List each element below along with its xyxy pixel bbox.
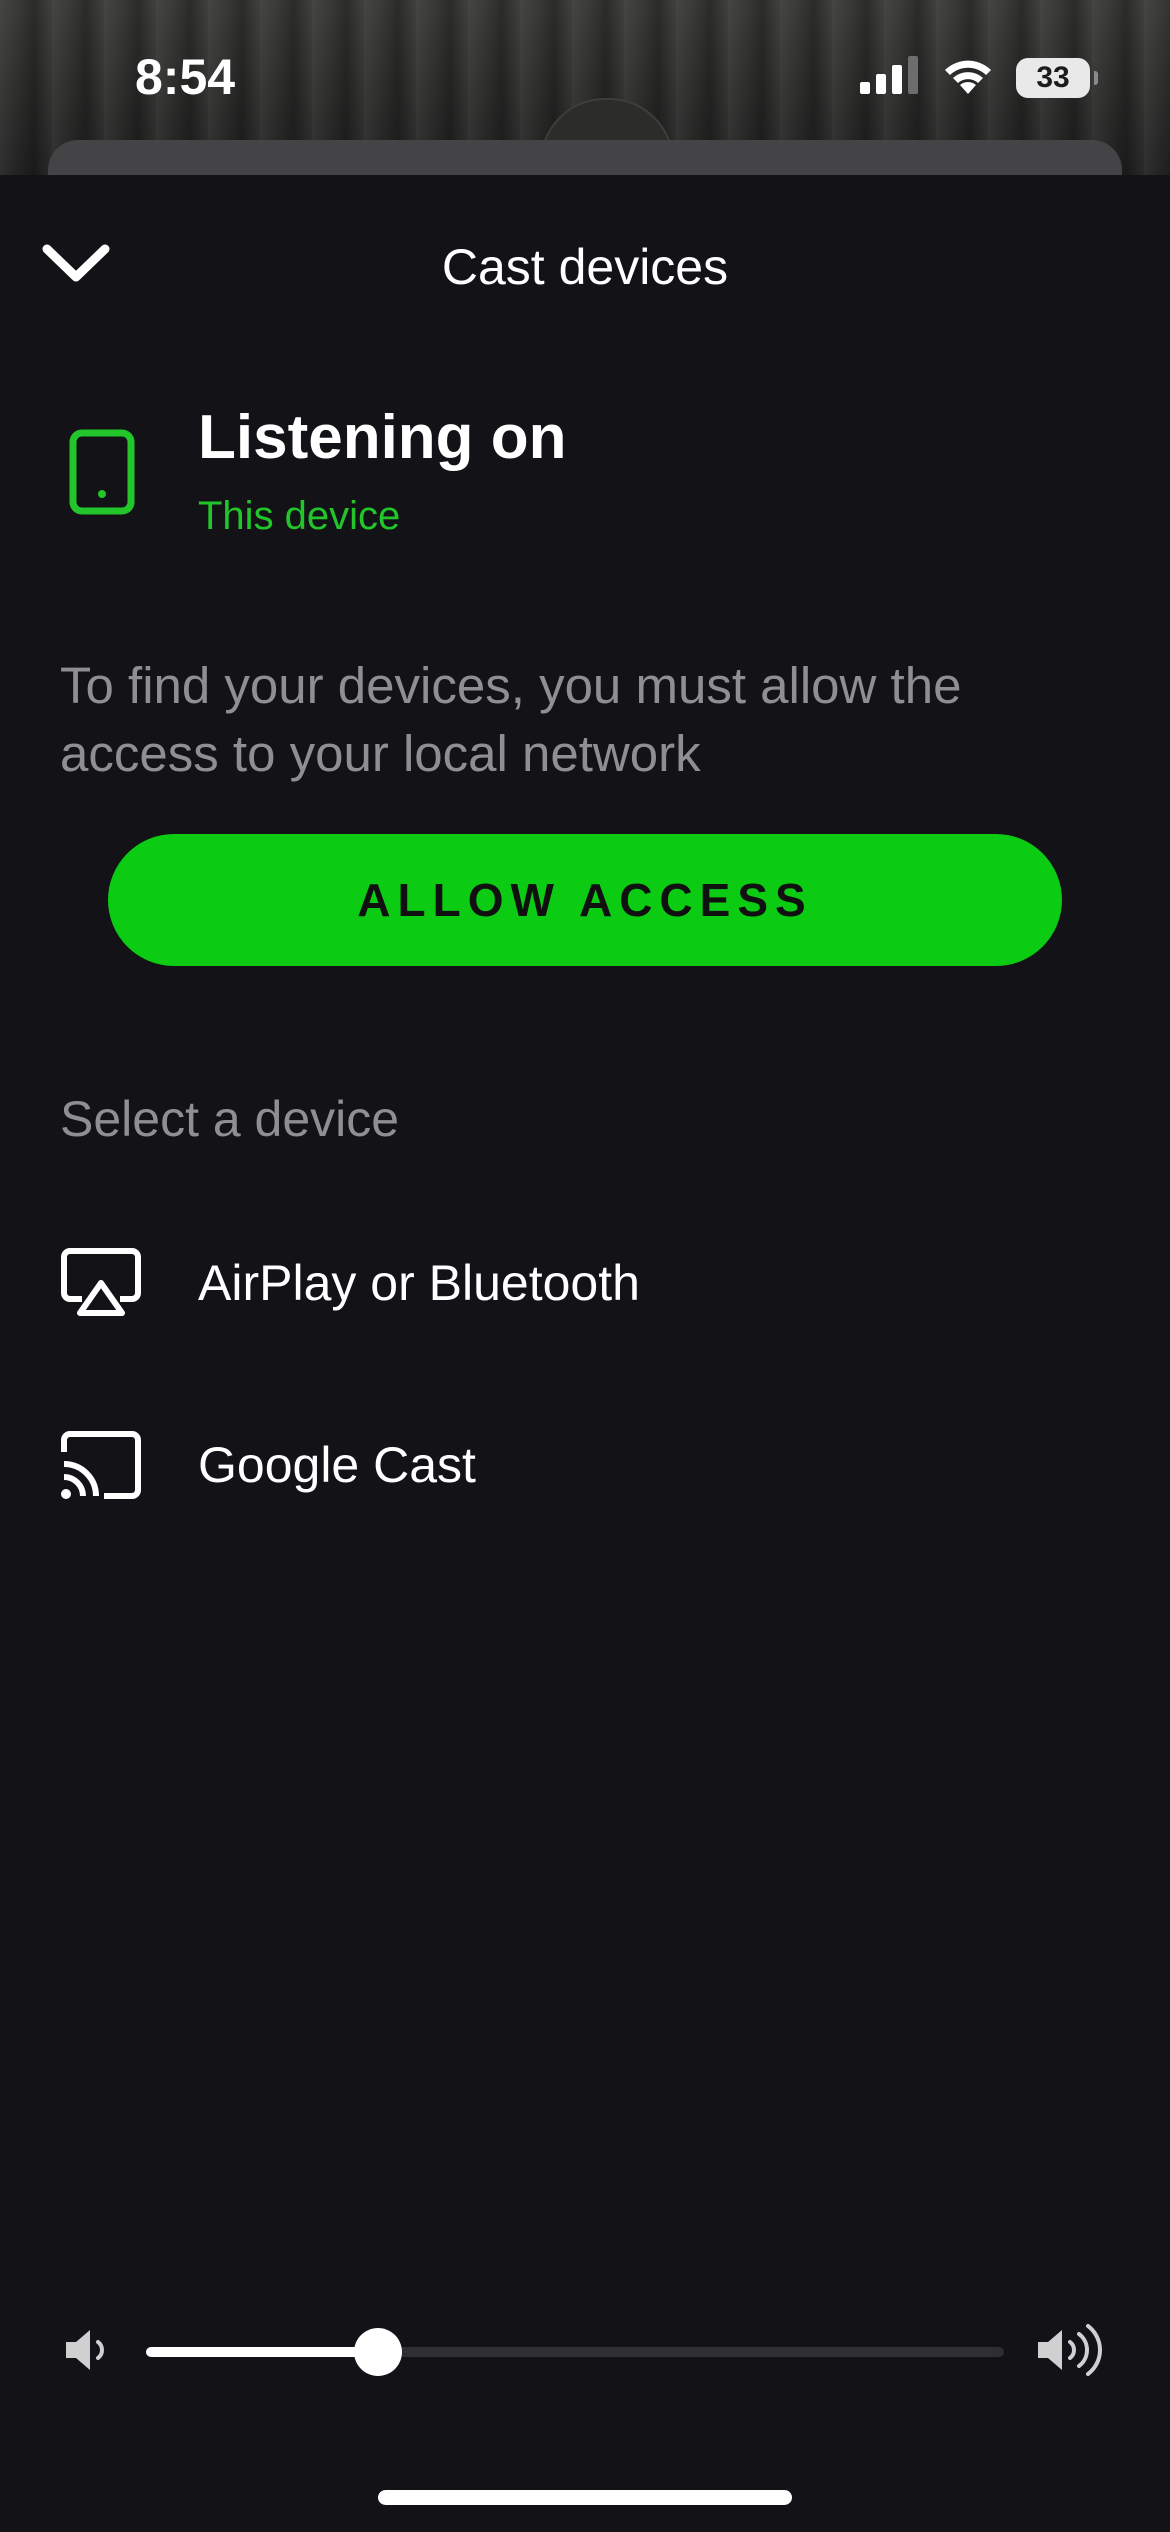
- local-network-message: To find your devices, you must allow the…: [60, 657, 962, 782]
- device-label: AirPlay or Bluetooth: [198, 1255, 640, 1311]
- volume-slider[interactable]: [146, 2328, 1004, 2376]
- device-row-google-cast[interactable]: Google Cast: [0, 1390, 1170, 1540]
- status-time: 8:54: [135, 49, 236, 105]
- select-device-label: Select a device: [60, 1091, 400, 1147]
- volume-low-icon: [62, 2324, 114, 2380]
- cast-icon: [60, 1424, 142, 1506]
- volume-control: [0, 2310, 1170, 2390]
- screen: 8:54 33 Cast devices Listening on This d…: [0, 0, 1170, 2532]
- cellular-signal-icon: [860, 56, 920, 100]
- status-icons: 33: [860, 56, 1098, 100]
- device-row-airplay[interactable]: AirPlay or Bluetooth: [0, 1208, 1170, 1358]
- airplay-icon: [60, 1242, 142, 1324]
- home-indicator: [378, 2490, 792, 2505]
- listening-on-title: Listening on: [198, 403, 567, 472]
- current-device-name: This device: [198, 494, 401, 538]
- allow-access-button[interactable]: ALLOW ACCESS: [108, 834, 1062, 966]
- wifi-icon: [942, 56, 994, 100]
- volume-slider-fill: [146, 2347, 378, 2357]
- device-label: Google Cast: [198, 1437, 476, 1493]
- battery-icon: 33: [1016, 58, 1098, 98]
- sheet-title: Cast devices: [441, 239, 729, 295]
- volume-high-icon: [1034, 2322, 1108, 2382]
- volume-slider-thumb[interactable]: [353, 2328, 402, 2376]
- phone-icon: [68, 428, 138, 520]
